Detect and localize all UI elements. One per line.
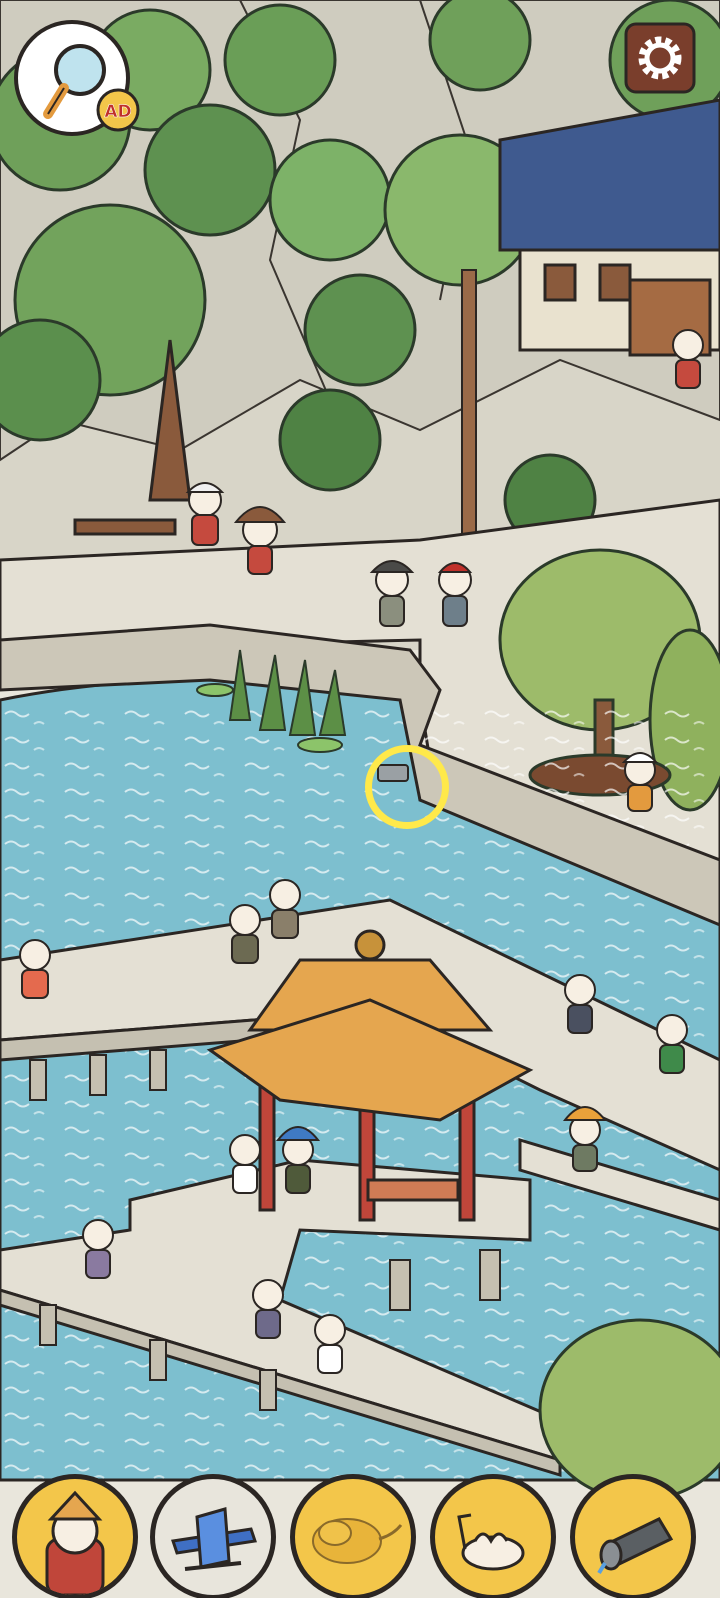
game-stage[interactable]: AD bbox=[0, 0, 720, 1598]
monk-icon bbox=[45, 1490, 105, 1595]
hint-button[interactable]: AD bbox=[12, 18, 140, 136]
cloud-icon bbox=[312, 1518, 403, 1564]
camel-icon bbox=[457, 1513, 525, 1571]
target-camel[interactable] bbox=[430, 1474, 556, 1598]
target-pipe[interactable] bbox=[570, 1474, 696, 1598]
target-monk[interactable] bbox=[12, 1474, 138, 1598]
target-seaplane[interactable] bbox=[150, 1474, 276, 1598]
seaplane-icon bbox=[171, 1507, 257, 1571]
target-golden-cloud[interactable] bbox=[290, 1474, 416, 1598]
park-scene[interactable] bbox=[0, 0, 720, 1598]
pipe-icon bbox=[597, 1517, 674, 1575]
settings-button[interactable] bbox=[624, 22, 696, 94]
ad-badge: AD bbox=[104, 102, 131, 122]
target-bar bbox=[0, 1464, 720, 1598]
found-item-ring bbox=[365, 745, 449, 829]
pavilion-house bbox=[498, 98, 720, 357]
